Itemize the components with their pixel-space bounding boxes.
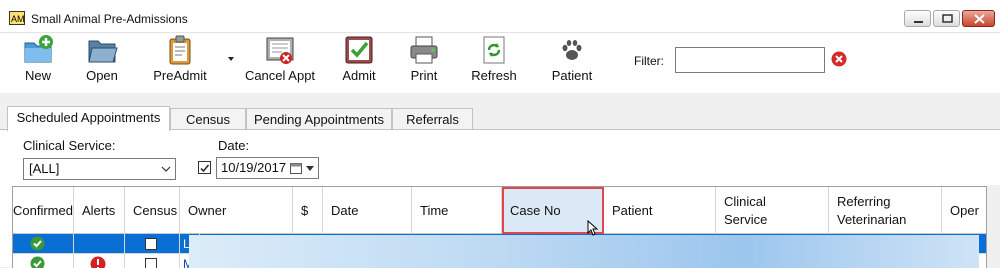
census-cell (125, 234, 180, 254)
census-cell (125, 254, 180, 268)
close-button[interactable] (962, 10, 995, 27)
header-label: Alerts (82, 202, 115, 220)
printer-icon (408, 34, 440, 66)
column-header-date[interactable]: Date (323, 187, 412, 234)
print-label: Print (404, 68, 444, 83)
minimize-button[interactable] (904, 10, 931, 27)
admit-label: Admit (338, 68, 380, 83)
column-header-time[interactable]: Time (412, 187, 502, 234)
preadmit-button[interactable]: PreAdmit (148, 33, 212, 89)
tab-strip: Scheduled Appointments Census Pending Ap… (0, 106, 1000, 130)
tab-label: Scheduled Appointments (17, 110, 161, 125)
refresh-button[interactable]: Refresh (469, 33, 519, 89)
date-label: Date: (218, 138, 249, 153)
print-button[interactable]: Print (404, 33, 444, 89)
date-value: 10/19/2017 (221, 160, 286, 175)
alert-cell (74, 234, 125, 254)
mouse-cursor-icon (587, 220, 601, 236)
date-checkbox[interactable] (198, 161, 211, 174)
column-header-clinical-service[interactable]: Clinical Service (716, 187, 829, 234)
tab-label: Census (186, 112, 230, 127)
confirmed-check-icon (30, 256, 45, 268)
tab-label: Referrals (406, 112, 459, 127)
calendar-icon[interactable] (290, 162, 302, 174)
header-label: Oper (950, 202, 979, 220)
clipboard-icon (164, 34, 196, 66)
patient-label: Patient (548, 68, 596, 83)
grid-header: Confirmed Alerts Census Owner $ Date Tim… (13, 187, 987, 234)
refresh-label: Refresh (469, 68, 519, 83)
title-bar: AM Small Animal Pre-Admissions (0, 0, 1000, 33)
column-header-owner[interactable]: Owner (180, 187, 293, 234)
patient-button[interactable]: Patient (548, 33, 596, 89)
new-folder-icon (22, 34, 54, 66)
header-label: Census (133, 202, 177, 220)
filter-label: Filter: (634, 54, 664, 68)
census-checkbox[interactable] (145, 238, 157, 250)
confirmed-cell (12, 254, 74, 268)
clinical-service-value: [ALL] (29, 161, 59, 176)
cancel-appt-button[interactable]: Cancel Appt (242, 33, 318, 89)
column-header-confirmed[interactable]: Confirmed (12, 187, 74, 234)
date-picker[interactable]: 10/19/2017 (216, 157, 319, 179)
header-label: Patient (612, 202, 652, 220)
tab-scheduled-appointments[interactable]: Scheduled Appointments (7, 106, 170, 131)
chevron-down-icon (161, 163, 171, 175)
admit-check-icon (343, 34, 375, 66)
column-header-oper[interactable]: Oper (942, 187, 987, 234)
redacted-region (189, 235, 979, 268)
refresh-icon (478, 34, 510, 66)
clinical-service-label: Clinical Service: (23, 138, 115, 153)
app-icon: AM (9, 11, 25, 25)
header-label: Date (331, 202, 358, 220)
tab-census[interactable]: Census (170, 108, 246, 130)
column-header-patient[interactable]: Patient (604, 187, 716, 234)
confirmed-check-icon (30, 236, 45, 251)
open-button[interactable]: Open (82, 33, 122, 89)
new-button[interactable]: New (17, 33, 59, 89)
appointments-grid: Confirmed Alerts Census Owner $ Date Tim… (12, 186, 987, 268)
open-folder-icon (86, 34, 118, 66)
alert-cell (74, 254, 125, 268)
new-label: New (17, 68, 59, 83)
scheduled-appointments-panel: Clinical Service: [ALL] Date: 10/19/2017… (0, 129, 1000, 267)
clear-filter-icon[interactable] (831, 51, 847, 67)
preadmit-dropdown-icon[interactable] (228, 57, 234, 61)
tab-referrals[interactable]: Referrals (392, 108, 473, 130)
cancel-appointment-icon (264, 34, 296, 66)
clinical-service-select[interactable]: [ALL] (23, 158, 176, 180)
header-label: Owner (188, 202, 226, 220)
window-title: Small Animal Pre-Admissions (31, 12, 188, 26)
column-header-referring-veterinarian[interactable]: Referring Veterinarian (829, 187, 942, 234)
confirmed-cell (12, 234, 74, 254)
open-label: Open (82, 68, 122, 83)
header-label: Case No (510, 202, 561, 220)
svg-text:AM: AM (11, 14, 25, 24)
header-label: $ (301, 202, 308, 220)
header-label: Confirmed (13, 202, 73, 220)
admit-button[interactable]: Admit (338, 33, 380, 89)
cancel-appt-label: Cancel Appt (242, 68, 318, 83)
tab-label: Pending Appointments (254, 112, 384, 127)
header-label: Clinical Service (724, 193, 794, 229)
maximize-button[interactable] (933, 10, 960, 27)
toolbar: New Open PreAdmit Cancel Appt (0, 33, 1000, 93)
header-label: Referring Veterinarian (837, 193, 917, 229)
checkmark-icon (199, 163, 210, 174)
column-header-alerts[interactable]: Alerts (74, 187, 125, 234)
paw-icon (556, 34, 588, 66)
preadmit-label: PreAdmit (148, 68, 212, 83)
tab-pending-appointments[interactable]: Pending Appointments (246, 108, 392, 130)
vertical-scrollbar[interactable] (987, 185, 1000, 267)
column-header-census[interactable]: Census (125, 187, 180, 234)
alert-icon (90, 256, 106, 268)
header-label: Time (420, 202, 448, 220)
date-dropdown-icon[interactable] (306, 166, 314, 171)
filter-input[interactable] (675, 47, 825, 73)
column-header-dollar[interactable]: $ (293, 187, 323, 234)
